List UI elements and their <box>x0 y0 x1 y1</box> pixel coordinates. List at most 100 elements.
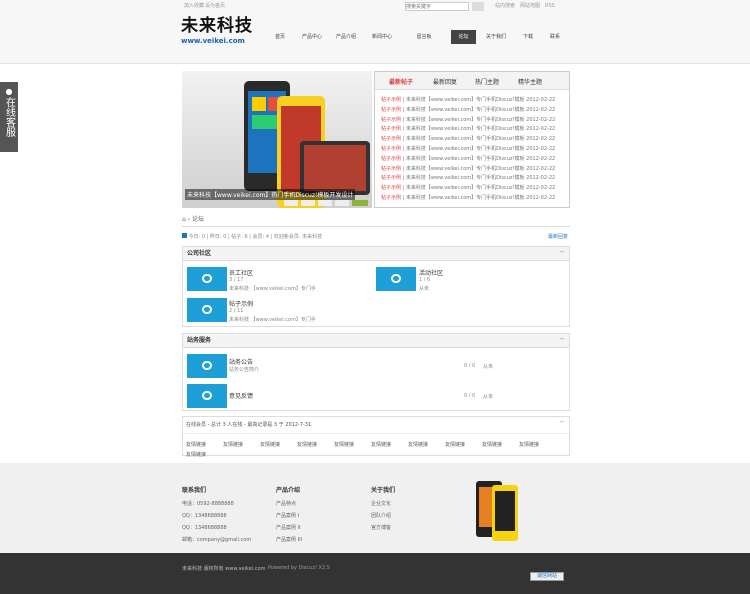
latest-reply-link[interactable]: 最新回复 <box>548 233 568 240</box>
search-button[interactable] <box>472 2 484 11</box>
footer-products-link[interactable]: 产品案例 III <box>276 536 302 543</box>
news-title[interactable]: 未来科技【www.veikei.com】专门手机Discuz!模板 <box>406 156 525 162</box>
news-list-item[interactable]: 帖子示例 | 未来科技【www.veikei.com】专门手机Discuz!模板… <box>381 184 555 191</box>
forum-last-post[interactable]: 未来科技 【www.veikei.com】专门手 <box>229 316 316 323</box>
sitemap-link[interactable]: 网站地图 <box>520 3 540 10</box>
news-title[interactable]: 未来科技【www.veikei.com】专门手机Discuz!模板 <box>406 126 525 132</box>
news-title[interactable]: 未来科技【www.veikei.com】专门手机Discuz!模板 <box>406 136 525 142</box>
friend-link[interactable]: 友情链接 <box>186 441 206 448</box>
friend-link[interactable]: 友情链接 <box>371 441 391 448</box>
slider-dot[interactable] <box>301 200 315 206</box>
forum-name[interactable]: 活动社区 <box>419 268 443 277</box>
forum-last-post: 从未 <box>419 286 430 292</box>
news-date: 2012-02-22 <box>526 165 556 172</box>
forum-icon <box>187 298 227 322</box>
friend-link[interactable]: 友情链接 <box>334 441 354 448</box>
collapse-icon[interactable]: − <box>559 335 565 343</box>
friend-link[interactable]: 友情链接 <box>223 441 243 448</box>
slider-dot[interactable] <box>318 200 332 206</box>
news-title[interactable]: 未来科技【www.veikei.com】专门手机Discuz!模板 <box>406 146 525 152</box>
add-favorite-link[interactable]: 加入收藏 <box>184 3 204 10</box>
collapse-icon[interactable]: − <box>559 248 565 256</box>
site-logo[interactable]: 未来科技 www.veikei.com <box>181 17 253 46</box>
tab-hot-topics[interactable]: 热门主题 <box>475 77 499 86</box>
news-list-item[interactable]: 帖子示例 | 未来科技【www.veikei.com】专门手机Discuz!模板… <box>381 165 555 172</box>
nav-item-contact[interactable]: 联系 <box>544 30 566 44</box>
news-list-item[interactable]: 帖子示例 | 未来科技【www.veikei.com】专门手机Discuz!模板… <box>381 145 555 152</box>
bottom-bar: 未来科技 版权所有 www.veikei.com Powered by Disc… <box>0 553 750 594</box>
chat-icon: ● <box>5 87 13 96</box>
news-title[interactable]: 未来科技【www.veikei.com】专门手机Discuz!模板 <box>406 107 525 113</box>
news-title[interactable]: 未来科技【www.veikei.com】专门手机Discuz!模板 <box>406 117 525 123</box>
news-list-item[interactable]: 帖子示例 | 未来科技【www.veikei.com】专门手机Discuz!模板… <box>381 116 555 123</box>
footer-contact-item[interactable]: 邮箱：company@gmail.com <box>182 536 251 543</box>
footer-about-link[interactable]: 企业文化 <box>371 500 391 507</box>
news-list-item[interactable]: 帖子示例 | 未来科技【www.veikei.com】专门手机Discuz!模板… <box>381 155 555 162</box>
news-title[interactable]: 未来科技【www.veikei.com】专门手机Discuz!模板 <box>406 185 525 191</box>
news-list-item[interactable]: 帖子示例 | 未来科技【www.veikei.com】专门手机Discuz!模板… <box>381 174 555 181</box>
tab-digest[interactable]: 精华主题 <box>518 77 542 86</box>
nav-item-news[interactable]: 新闻中心 <box>368 30 396 44</box>
divider <box>182 226 570 227</box>
online-members-text[interactable]: 在线会员 - 总计 3 人在线 - 最高记录是 3 于 2012-7-31. <box>186 421 313 428</box>
footer-about-link[interactable]: 团队介绍 <box>371 512 391 519</box>
breadcrumb-forum[interactable]: 论坛 <box>192 216 204 223</box>
nav-item-guestbook[interactable]: 留言板 <box>407 30 441 44</box>
news-list-item[interactable]: 帖子示例 | 未来科技【www.veikei.com】专门手机Discuz!模板… <box>381 96 555 103</box>
online-service-tab[interactable]: ● 在线客服 <box>0 82 18 152</box>
friend-link[interactable]: 友情链接 <box>297 441 317 448</box>
friend-link[interactable]: 友情链接 <box>445 441 465 448</box>
nav-item-forum[interactable]: 论坛 <box>451 30 476 44</box>
home-icon[interactable]: ⌂ <box>182 216 186 223</box>
news-title[interactable]: 未来科技【www.veikei.com】专门手机Discuz!模板 <box>406 175 525 181</box>
trust-badge[interactable]: 诚信网站 <box>530 572 564 581</box>
news-tag: 帖子示例 <box>381 126 402 133</box>
forum-name[interactable]: 意见反馈 <box>229 391 253 400</box>
forum-name[interactable]: 站务公告 <box>229 357 253 366</box>
online-service-label: 在线客服 <box>3 97 15 137</box>
news-list-item[interactable]: 帖子示例 | 未来科技【www.veikei.com】专门手机Discuz!模板… <box>381 194 555 201</box>
slider-dot[interactable] <box>284 200 298 206</box>
forum-name[interactable]: 员工社区 <box>229 268 253 277</box>
slider-dot[interactable] <box>352 200 368 206</box>
news-tag: 帖子示例 <box>381 155 402 162</box>
forum-name[interactable]: 帖子示例 <box>229 299 253 308</box>
friend-link[interactable]: 友情链接 <box>482 441 502 448</box>
powered-by-text[interactable]: Powered by Discuz! X2.5 <box>268 565 330 571</box>
friend-link[interactable]: 友情链接 <box>186 451 206 458</box>
news-title[interactable]: 未来科技【www.veikei.com】专门手机Discuz!模板 <box>406 166 525 172</box>
image-slider[interactable]: 未来科技【www.veikei.com】热门手机Discuz!模板开发设计 <box>182 71 372 208</box>
news-list-item[interactable]: 帖子示例 | 未来科技【www.veikei.com】专门手机Discuz!模板… <box>381 106 555 113</box>
tab-latest-replies[interactable]: 最新回复 <box>433 77 457 86</box>
search-input[interactable] <box>405 2 469 11</box>
site-search-link[interactable]: 站内搜索 <box>495 3 515 10</box>
news-title[interactable]: 未来科技【www.veikei.com】专门手机Discuz!模板 <box>406 97 525 103</box>
footer-about-link[interactable]: 官方博客 <box>371 524 391 531</box>
slider-caption: 未来科技【www.veikei.com】热门手机Discuz!模板开发设计 <box>185 189 356 200</box>
footer-products-link[interactable]: 产品案例 II <box>276 524 301 531</box>
news-date: 2012-02-22 <box>526 106 556 113</box>
news-date: 2012-02-22 <box>526 136 556 143</box>
nav-item-home[interactable]: 首页 <box>268 30 292 44</box>
tab-latest-posts[interactable]: 最新帖子 <box>389 77 413 86</box>
set-homepage-link[interactable]: 设为首页 <box>205 3 225 10</box>
news-list-item[interactable]: 帖子示例 | 未来科技【www.veikei.com】专门手机Discuz!模板… <box>381 125 555 132</box>
nav-item-download[interactable]: 下载 <box>518 30 538 44</box>
news-title[interactable]: 未来科技【www.veikei.com】专门手机Discuz!模板 <box>406 195 525 201</box>
rss-link[interactable]: RSS <box>545 3 555 10</box>
slider-dot[interactable] <box>335 200 349 206</box>
nav-item-product-intro[interactable]: 产品介绍 <box>332 30 360 44</box>
nav-item-about[interactable]: 关于我们 <box>482 30 510 44</box>
nav-item-products[interactable]: 产品中心 <box>298 30 326 44</box>
news-list-item[interactable]: 帖子示例 | 未来科技【www.veikei.com】专门手机Discuz!模板… <box>381 135 555 142</box>
collapse-icon[interactable]: − <box>559 418 565 426</box>
news-tag: 帖子示例 <box>381 185 402 192</box>
footer-products-link[interactable]: 产品特点 <box>276 500 296 507</box>
footer-products-link[interactable]: 产品案例 I <box>276 512 299 519</box>
footer-about-title: 关于我们 <box>371 487 396 494</box>
news-tag: 帖子示例 <box>381 175 402 182</box>
friend-link[interactable]: 友情链接 <box>408 441 428 448</box>
forum-last-post[interactable]: 未来科技 【www.veikei.com】专门手 <box>229 285 316 292</box>
friend-link[interactable]: 友情链接 <box>260 441 280 448</box>
friend-link[interactable]: 友情链接 <box>519 441 539 448</box>
